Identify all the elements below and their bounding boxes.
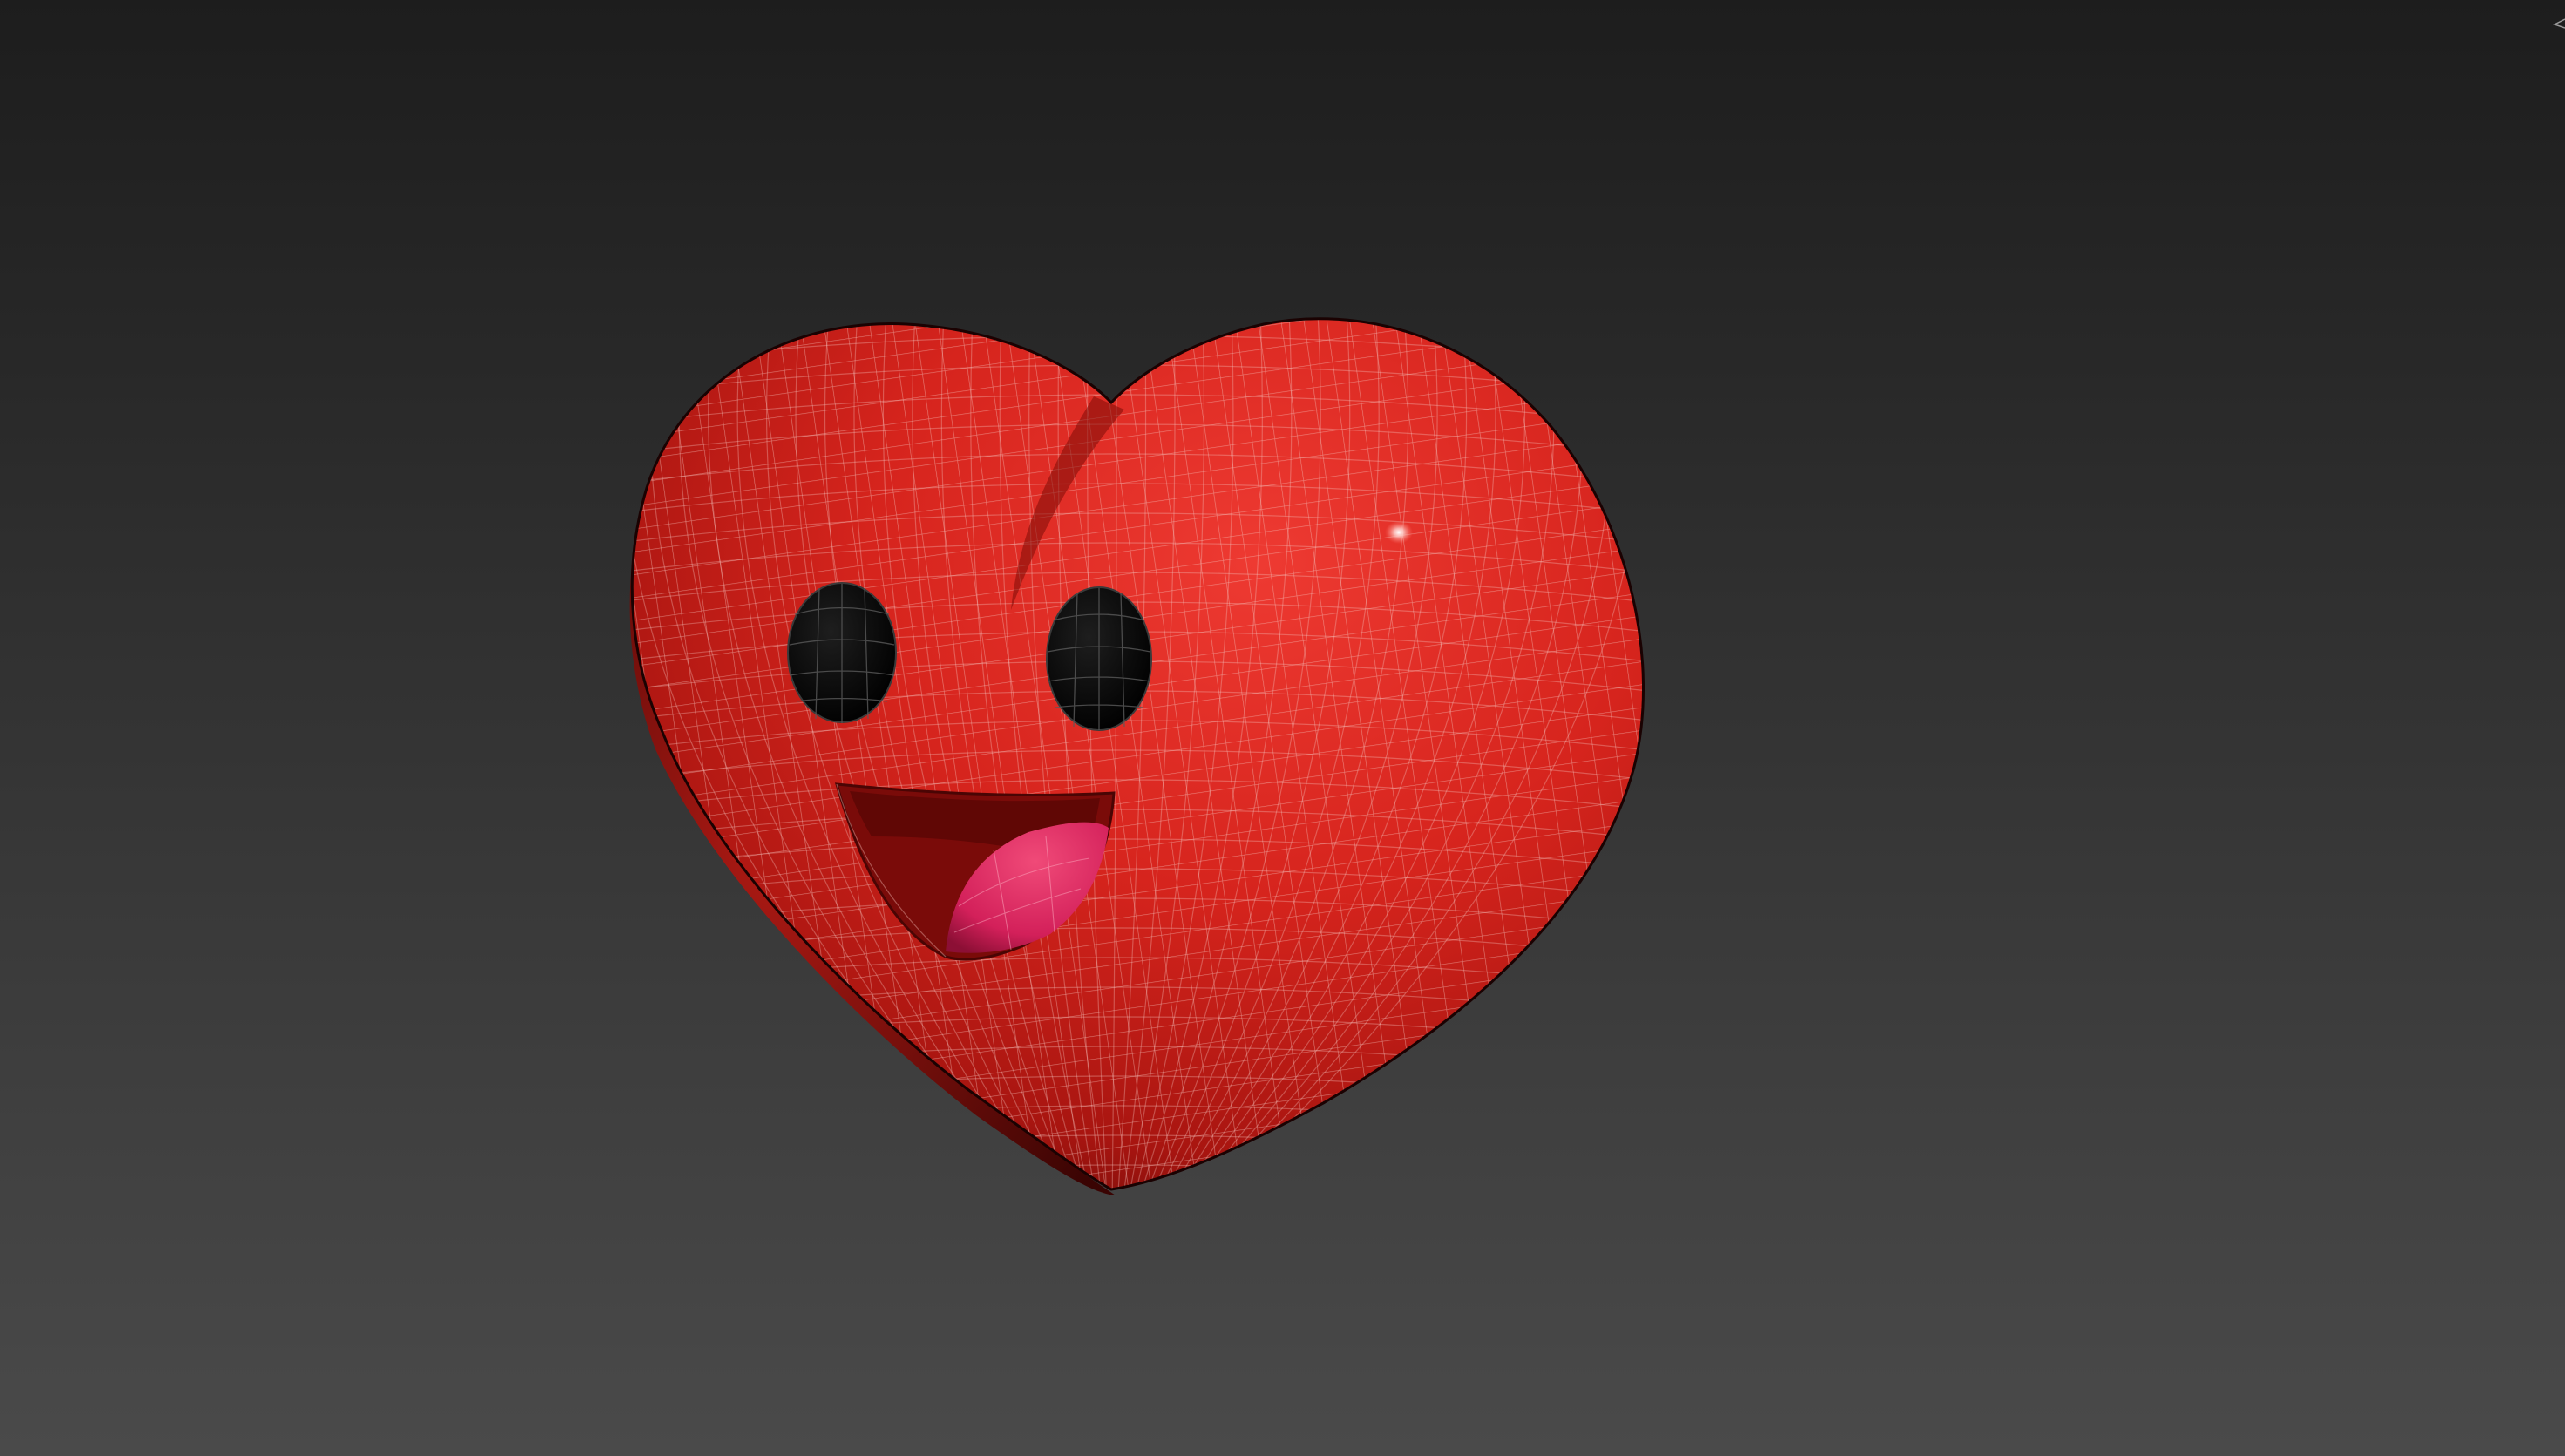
specular-highlight [1385,521,1413,544]
viewcube-corner-icon[interactable] [2548,17,2565,35]
viewport-canvas[interactable] [0,0,2565,1456]
3d-viewport[interactable] [0,0,2565,1456]
left-eye [787,582,897,723]
right-eye [1046,586,1152,731]
